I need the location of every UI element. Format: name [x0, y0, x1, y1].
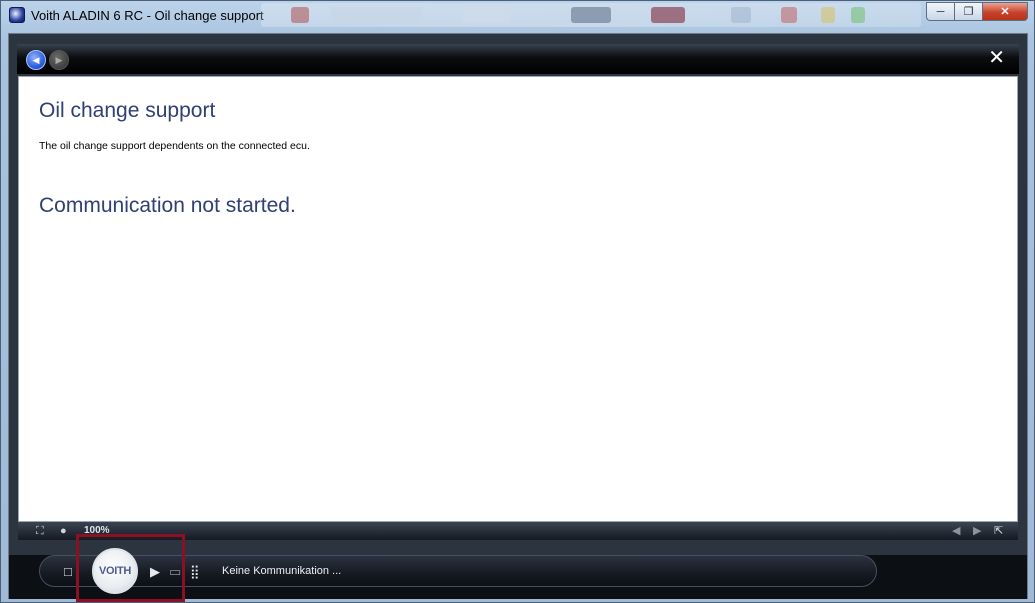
- previous-page-icon[interactable]: ◀: [952, 524, 960, 537]
- window-title: Voith ALADIN 6 RC - Oil change support: [31, 8, 264, 23]
- minimize-button[interactable]: ─: [926, 2, 954, 21]
- close-window-button[interactable]: ✕: [982, 2, 1028, 21]
- arrow-right-icon: ▶: [55, 54, 63, 65]
- highlight-box: [76, 534, 185, 602]
- fit-to-screen-icon[interactable]: ⛶: [36, 525, 44, 538]
- maximize-button[interactable]: ❐: [954, 2, 982, 21]
- grid-icon[interactable]: ⣿: [190, 564, 200, 580]
- connection-status: Keine Kommunikation ...: [222, 565, 342, 577]
- next-page-icon[interactable]: ▶: [973, 524, 981, 537]
- comment-icon[interactable]: ●: [60, 525, 67, 537]
- forward-button[interactable]: ▶: [49, 50, 69, 70]
- app-window: Voith ALADIN 6 RC - Oil change support ─…: [0, 0, 1035, 603]
- page-toolbar: ◀ ▶ ✕: [17, 44, 1019, 74]
- close-page-button[interactable]: ✕: [988, 48, 1005, 68]
- app-icon: [9, 7, 25, 23]
- back-button[interactable]: ◀: [26, 50, 46, 70]
- page-title: Oil change support: [39, 99, 216, 122]
- caption-buttons: ─ ❐ ✕: [926, 2, 1028, 21]
- title-bar: Voith ALADIN 6 RC - Oil change support ─…: [1, 1, 1034, 31]
- communication-status-heading: Communication not started.: [39, 194, 296, 217]
- popout-icon[interactable]: ⇱: [994, 524, 1003, 537]
- page-description: The oil change support dependents on the…: [39, 140, 310, 152]
- content-panel: Oil change support The oil change suppor…: [18, 76, 1018, 522]
- app-frame: ◀ ▶ ✕ Oil change support The oil change …: [8, 33, 1028, 599]
- stop-icon[interactable]: □: [64, 564, 72, 579]
- background-app-toolbar: [261, 3, 921, 27]
- arrow-left-icon: ◀: [32, 54, 40, 65]
